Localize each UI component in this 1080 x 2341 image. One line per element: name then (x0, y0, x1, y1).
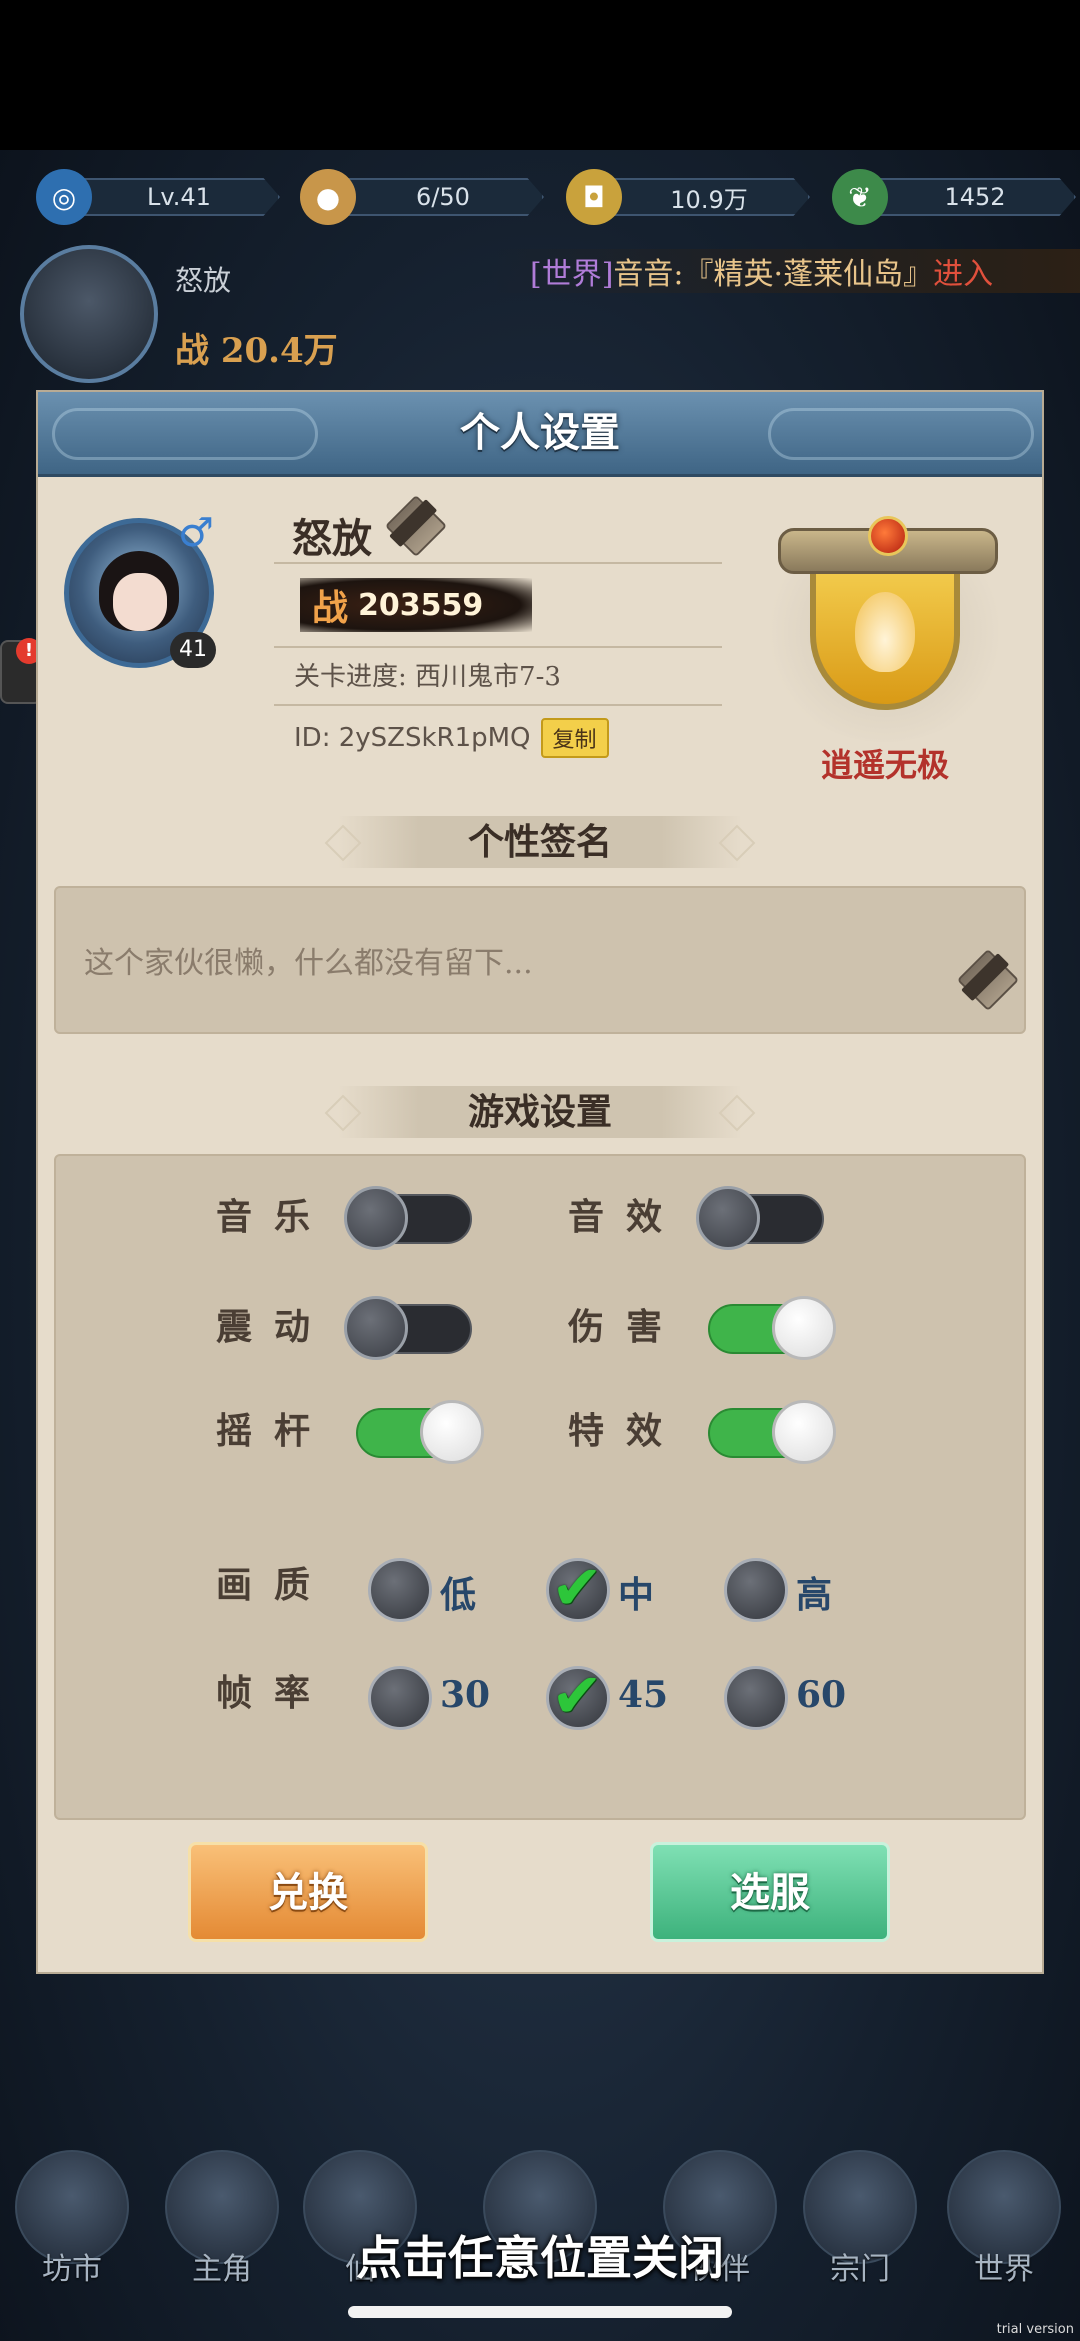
edit-name-pencil-icon[interactable] (384, 494, 448, 558)
avatar-face (113, 573, 167, 631)
panel-title: 个人设置 (460, 409, 620, 456)
red-gem-icon (868, 516, 908, 556)
jade-resource[interactable]: ❦ 1452 (832, 169, 1076, 225)
chat-channel: [世界] (530, 257, 614, 292)
sfx-label: 音效 (568, 1196, 685, 1238)
leaf-icon: ❦ (832, 169, 888, 225)
coin-value: 10.9万 (604, 178, 810, 216)
dragon-icon: ◎ (36, 169, 92, 225)
framerate-45-label: 45 (618, 1674, 669, 1716)
toggle-knob (696, 1186, 760, 1250)
toggle-knob (772, 1400, 836, 1464)
panel-header: 个人设置 (38, 392, 1042, 477)
status-bar-area (0, 0, 1080, 150)
quality-high-radio[interactable] (724, 1558, 788, 1622)
player-id-row: ID: 2ySZSkR1pMQ 复制 (294, 718, 609, 758)
signature-field[interactable]: 这个家伙很懒，什么都没有留下... (54, 886, 1026, 1034)
edit-signature-pencil-icon[interactable] (956, 948, 1020, 1012)
music-toggle[interactable] (344, 1186, 472, 1250)
vibration-toggle[interactable] (344, 1296, 472, 1360)
vibration-label: 震动 (216, 1306, 333, 1348)
guild-name: 逍遥无极 (820, 746, 949, 784)
copy-id-button[interactable]: 复制 (540, 718, 609, 758)
divider (274, 704, 722, 706)
damage-toggle[interactable] (708, 1296, 836, 1360)
framerate-45-radio[interactable]: ✔ (546, 1659, 610, 1732)
chat-text: 音音:『精英·蓬莱仙岛』 (613, 257, 934, 292)
sfx-toggle[interactable] (696, 1186, 824, 1250)
joystick-toggle[interactable] (356, 1400, 484, 1464)
bun-icon: ● (300, 169, 356, 225)
jade-value: 1452 (870, 178, 1076, 216)
power-value: 203559 (358, 587, 484, 623)
world-chat-ticker[interactable]: [世界] 音音:『精英·蓬莱仙岛』 进入 (490, 249, 1080, 293)
toggle-knob (420, 1400, 484, 1464)
framerate-label: 帧率 (216, 1672, 333, 1714)
personal-settings-panel: 个人设置 ♂ 41 怒放 战 203559 关卡进度: 西川鬼市7-3 ID: … (38, 392, 1042, 1972)
male-gender-icon: ♂ (178, 510, 214, 556)
effects-toggle[interactable] (708, 1400, 836, 1464)
framerate-30-radio[interactable] (368, 1666, 432, 1730)
player-power: 战 20.4万 (175, 331, 338, 371)
avatar-level-badge: 41 (170, 632, 216, 668)
chat-enter-link[interactable]: 进入 (933, 249, 993, 293)
select-server-button[interactable]: 选服 (650, 1842, 890, 1942)
side-notification-button[interactable]: ! (0, 638, 42, 704)
quality-label: 画质 (216, 1564, 333, 1606)
signature-text: 这个家伙很懒，什么都没有留下... (84, 946, 533, 981)
quality-medium-label: 中 (618, 1574, 655, 1616)
effects-label: 特效 (568, 1410, 685, 1452)
tap-to-close-hint: 点击任意位置关闭 (356, 2231, 724, 2285)
game-settings-section-title: 游戏设置 (338, 1086, 742, 1138)
stage-progress: 关卡进度: 西川鬼市7-3 (294, 662, 561, 692)
coin-icon: ◘ (566, 169, 622, 225)
profile-name: 怒放 (292, 515, 372, 562)
stamina-value: 6/50 (338, 178, 544, 216)
quality-medium-radio[interactable]: ✔ (546, 1551, 610, 1624)
player-name: 怒放 (175, 264, 232, 297)
game-settings-box: 音乐 音效 震动 伤害 摇杆 特效 画质 低 ✔ 中 高 帧率 30 ✔ 45 … (54, 1154, 1026, 1820)
signature-section-title: 个性签名 (338, 816, 742, 868)
stamina-resource[interactable]: ● 6/50 (300, 169, 544, 225)
trial-watermark: trial version (996, 2322, 1074, 2337)
toggle-knob (772, 1296, 836, 1360)
framerate-60-label: 60 (796, 1674, 847, 1716)
guild-emblem[interactable] (760, 502, 1010, 752)
redeem-button[interactable]: 兑换 (188, 1842, 428, 1942)
toggle-knob (344, 1186, 408, 1250)
player-avatar[interactable] (20, 245, 158, 383)
framerate-30-label: 30 (440, 1674, 491, 1716)
combat-power: 战 203559 (300, 578, 532, 632)
coin-resource[interactable]: ◘ 10.9万 (566, 169, 810, 225)
music-label: 音乐 (216, 1196, 333, 1238)
flame-icon (855, 592, 915, 672)
checkmark-icon: ✔ (551, 1659, 603, 1732)
player-id: ID: 2ySZSkR1pMQ (294, 723, 531, 753)
joystick-label: 摇杆 (216, 1410, 333, 1452)
framerate-60-radio[interactable] (724, 1666, 788, 1730)
power-icon: 战 (312, 587, 349, 629)
quality-low-radio[interactable] (368, 1558, 432, 1622)
level-value: Lv.41 (74, 178, 280, 216)
level-resource[interactable]: ◎ Lv.41 (36, 169, 280, 225)
divider (274, 562, 722, 564)
player-header: 怒放 战 20.4万 [世界] 音音:『精英·蓬莱仙岛』 进入 (20, 245, 1080, 383)
divider (274, 646, 722, 648)
quality-low-label: 低 (440, 1574, 477, 1616)
checkmark-icon: ✔ (551, 1551, 603, 1624)
quality-high-label: 高 (796, 1574, 833, 1616)
damage-label: 伤害 (568, 1306, 685, 1348)
home-indicator[interactable] (348, 2306, 732, 2318)
toggle-knob (344, 1296, 408, 1360)
